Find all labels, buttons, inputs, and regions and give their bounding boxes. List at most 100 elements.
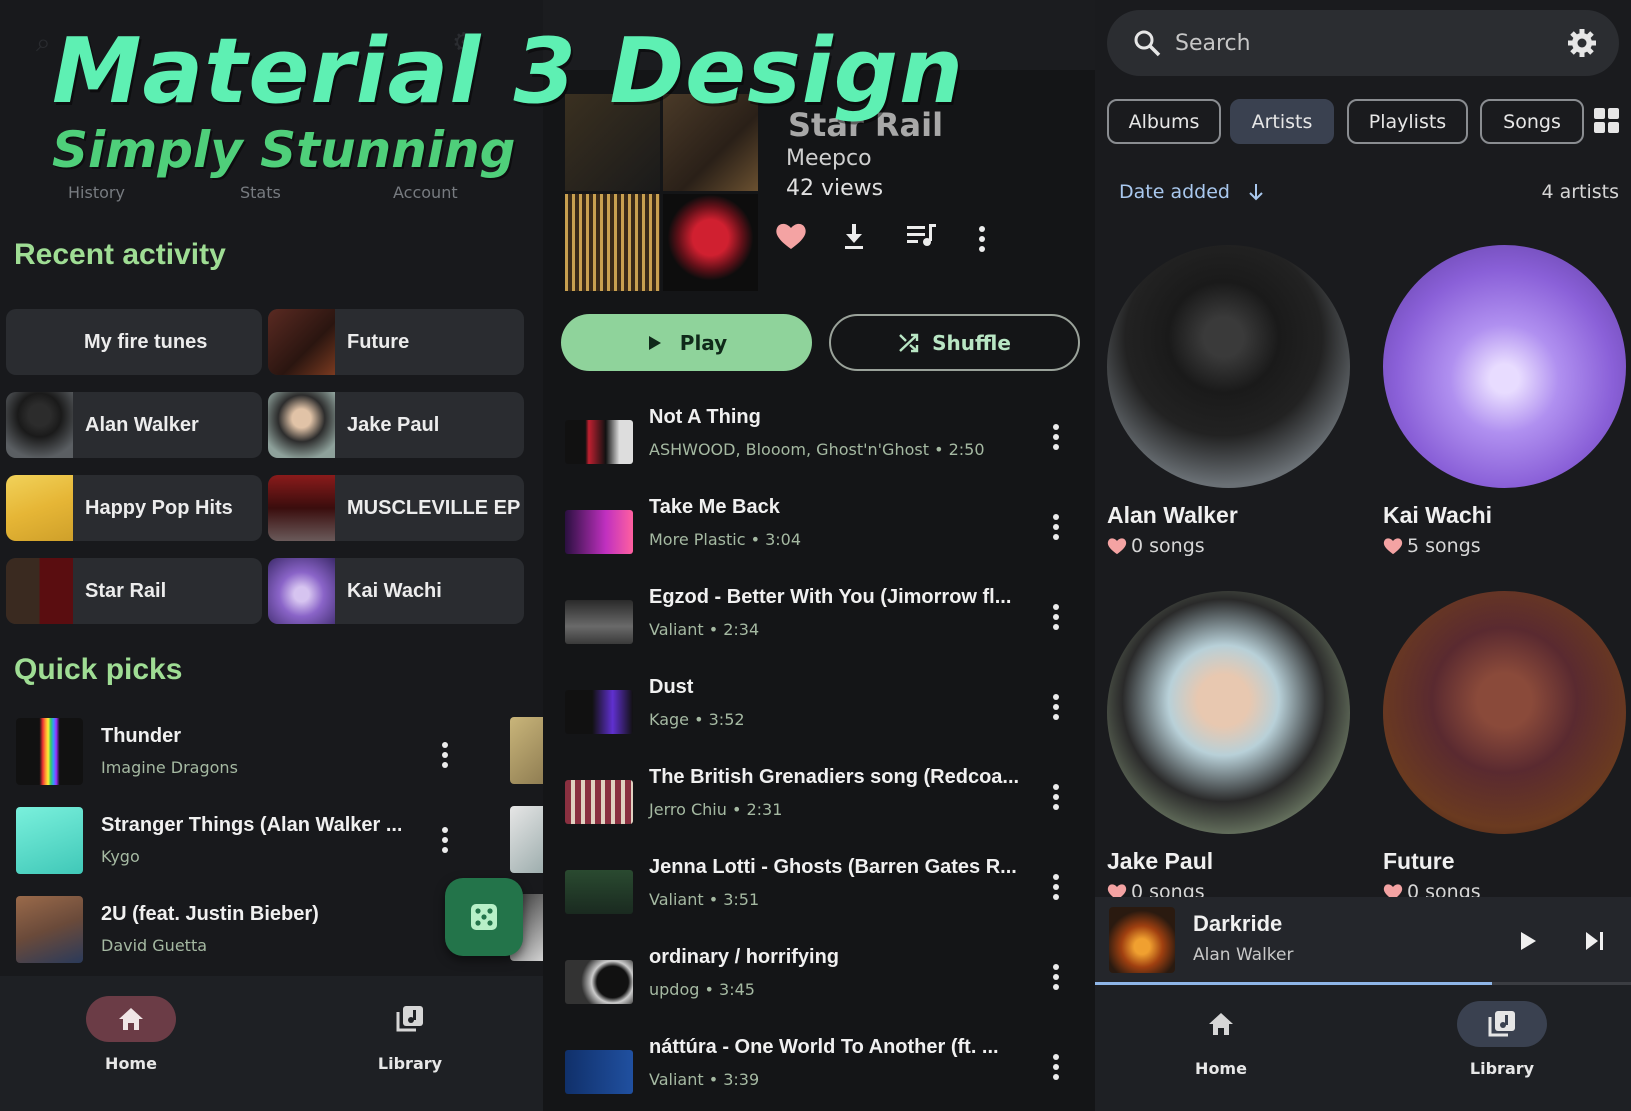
recent-item[interactable]: My fire tunes: [6, 309, 262, 375]
tab-stats[interactable]: Stats: [240, 183, 281, 202]
artist-song-count: 0 songs: [1107, 535, 1350, 557]
song-title: Stranger Things (Alan Walker ...: [101, 814, 401, 836]
cover-image: [16, 806, 83, 874]
more-icon[interactable]: [1053, 874, 1059, 900]
more-icon[interactable]: [1053, 784, 1059, 810]
download-icon: [845, 224, 863, 249]
recent-item[interactable]: Kai Wachi: [268, 558, 524, 624]
song-row[interactable]: Egzod - Better With You (Jimorrow fl... …: [565, 586, 1075, 676]
recent-item[interactable]: Future: [268, 309, 524, 375]
play-button[interactable]: Play: [561, 314, 812, 371]
shuffle-button-label: Shuffle: [932, 330, 1011, 355]
cover-image[interactable]: [510, 806, 543, 873]
song-meta: Valiant • 2:34: [649, 620, 760, 639]
chip-playlists[interactable]: Playlists: [1347, 99, 1468, 144]
more-icon[interactable]: [1053, 694, 1059, 720]
artist-image: [1383, 591, 1626, 834]
song-row[interactable]: The British Grenadiers song (Redcoa... J…: [565, 766, 1075, 856]
song-row[interactable]: Dust Kage • 3:52: [565, 676, 1075, 766]
more-icon[interactable]: [442, 742, 448, 768]
more-icon[interactable]: [979, 226, 985, 252]
search-icon: [1134, 30, 1161, 57]
artist-card[interactable]: Kai Wachi 5 songs: [1383, 245, 1626, 557]
more-icon[interactable]: [1053, 964, 1059, 990]
nav-home[interactable]: Home: [71, 996, 191, 1073]
cover-image: [16, 717, 83, 785]
recent-item[interactable]: Happy Pop Hits: [6, 475, 262, 541]
nav-home[interactable]: Home: [1161, 1001, 1281, 1078]
song-meta: Jerro Chiu • 2:31: [649, 800, 783, 819]
song-row[interactable]: Not A Thing ASHWOOD, Blooom, Ghost'n'Gho…: [565, 406, 1075, 496]
chip-albums[interactable]: Albums: [1107, 99, 1221, 144]
more-icon[interactable]: [1053, 424, 1059, 450]
tab-history[interactable]: History: [68, 183, 125, 202]
cover-image: [565, 510, 633, 554]
song-meta: Valiant • 3:39: [649, 1070, 760, 1089]
search-bar[interactable]: Search: [1107, 10, 1619, 76]
more-icon[interactable]: [1053, 514, 1059, 540]
song-row[interactable]: Take Me Back More Plastic • 3:04: [565, 496, 1075, 586]
song-row[interactable]: ordinary / horrifying updog • 3:45: [565, 946, 1075, 1036]
grid-view-icon[interactable]: [1594, 108, 1620, 134]
cover-image: [268, 309, 335, 375]
download-button[interactable]: [843, 222, 865, 254]
artist-card[interactable]: Jake Paul 0 songs: [1107, 591, 1350, 903]
song-row[interactable]: Jenna Lotti - Ghosts (Barren Gates R... …: [565, 856, 1075, 946]
cover-image: [268, 392, 335, 458]
recent-item[interactable]: MUSCLEVILLE EP: [268, 475, 524, 541]
song-meta: ASHWOOD, Blooom, Ghost'n'Ghost • 2:50: [649, 440, 985, 459]
song-meta: Kage • 3:52: [649, 710, 745, 729]
song-title: The British Grenadiers song (Redcoa...: [649, 766, 1020, 788]
now-playing-artist: Alan Walker: [1193, 945, 1294, 965]
recent-item-label: Future: [347, 330, 410, 353]
recent-item[interactable]: Jake Paul: [268, 392, 524, 458]
recent-item-label: Alan Walker: [85, 413, 199, 436]
chip-songs[interactable]: Songs: [1480, 99, 1584, 144]
song-meta: More Plastic • 3:04: [649, 530, 802, 549]
recent-item[interactable]: Star Rail: [6, 558, 262, 624]
cover-image: [565, 194, 660, 291]
shuffle-icon: [899, 333, 919, 352]
more-icon[interactable]: [1053, 1054, 1059, 1080]
cover-image: [565, 600, 633, 644]
chip-artists[interactable]: Artists: [1230, 99, 1334, 144]
search-icon[interactable]: ⌕: [36, 28, 51, 59]
cover-image: [6, 392, 73, 458]
quick-picks-title: Quick picks: [14, 653, 183, 686]
skip-next-icon[interactable]: [1585, 931, 1605, 951]
cover-image: [6, 475, 73, 541]
gear-icon[interactable]: [1567, 28, 1597, 58]
song-meta: Valiant • 3:51: [649, 890, 760, 909]
sort-selector[interactable]: Date added: [1119, 181, 1264, 203]
more-icon[interactable]: [1053, 604, 1059, 630]
more-icon[interactable]: [442, 827, 448, 853]
home-icon: [1176, 1001, 1266, 1047]
mini-player[interactable]: Darkride Alan Walker: [1095, 897, 1631, 985]
song-artist: Imagine Dragons: [101, 758, 238, 777]
shuffle-dice-button[interactable]: [445, 878, 523, 956]
search-input[interactable]: Search: [1175, 31, 1567, 56]
artist-card[interactable]: Future 0 songs: [1383, 591, 1626, 903]
nav-library[interactable]: Library: [350, 996, 470, 1073]
like-button[interactable]: [775, 222, 807, 254]
quick-pick-item[interactable]: Stranger Things (Alan Walker ... Kygo: [16, 805, 456, 875]
artist-card[interactable]: Alan Walker 0 songs: [1107, 245, 1350, 557]
nav-home-label: Home: [1195, 1059, 1247, 1078]
cover-image[interactable]: [510, 717, 543, 784]
song-title: Thunder: [101, 725, 181, 747]
queue-button[interactable]: [907, 222, 937, 252]
recent-item-label: MUSCLEVILLE EP: [347, 496, 521, 519]
play-button-label: Play: [679, 330, 728, 355]
quick-pick-item[interactable]: 2U (feat. Justin Bieber) David Guetta: [16, 894, 456, 964]
artist-song-count: 5 songs: [1383, 535, 1626, 557]
song-row[interactable]: náttúra - One World To Another (ft. ... …: [565, 1036, 1075, 1111]
nav-library[interactable]: Library: [1442, 1001, 1562, 1078]
song-title: náttúra - One World To Another (ft. ...: [649, 1036, 999, 1058]
recent-item-label: Jake Paul: [347, 413, 440, 436]
recent-item[interactable]: Alan Walker: [6, 392, 262, 458]
shuffle-button[interactable]: Shuffle: [829, 314, 1080, 371]
play-icon[interactable]: [1519, 931, 1537, 951]
cover-image: [1109, 907, 1175, 973]
quick-pick-item[interactable]: Thunder Imagine Dragons: [16, 716, 456, 786]
tab-account[interactable]: Account: [393, 183, 458, 202]
